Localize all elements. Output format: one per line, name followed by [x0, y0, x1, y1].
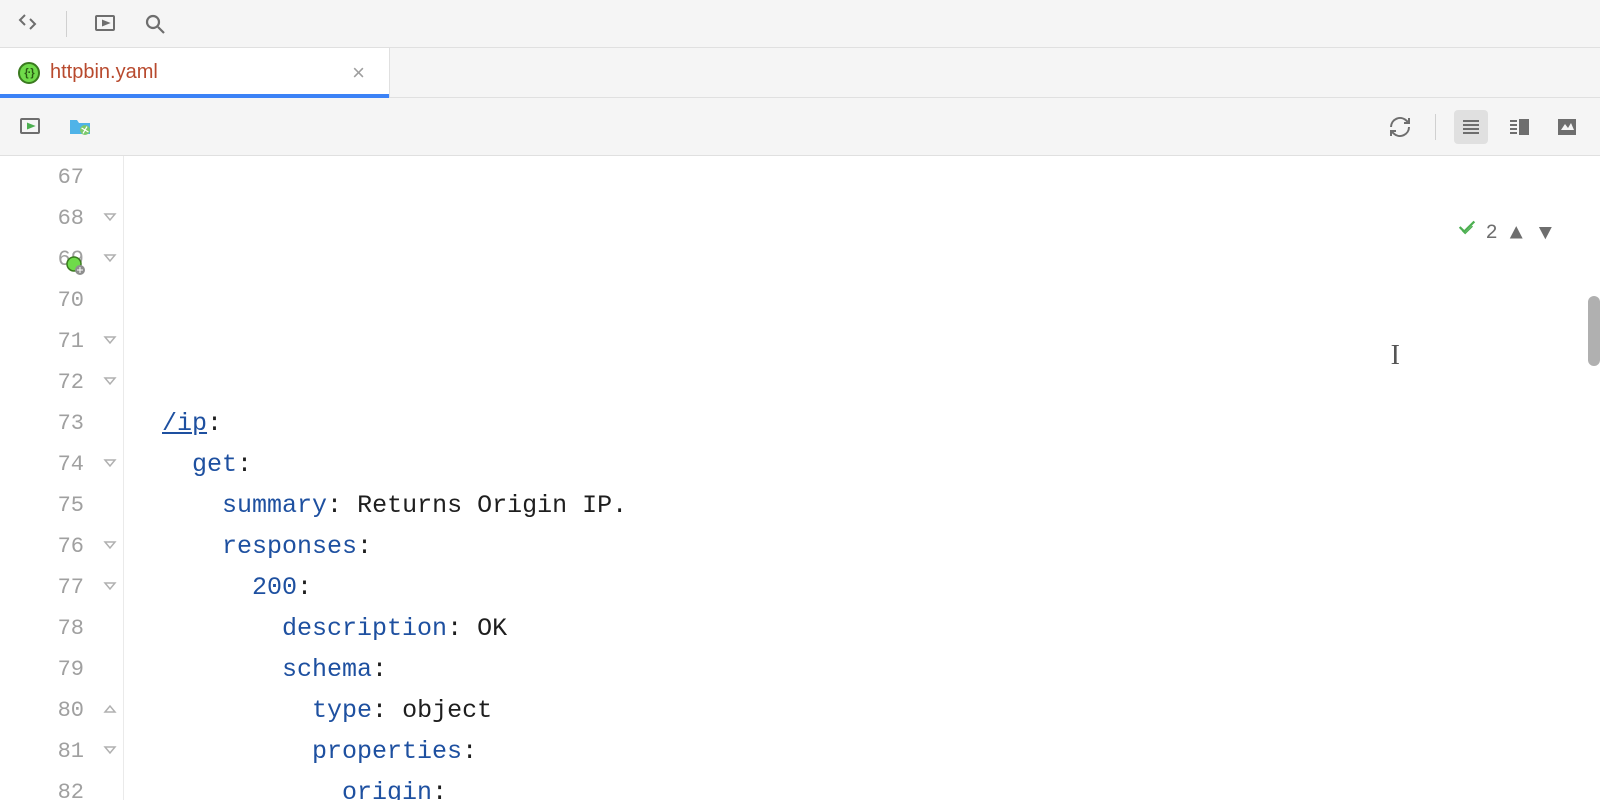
close-icon[interactable]: × — [346, 60, 371, 86]
toolbar-separator — [66, 11, 67, 37]
code-line[interactable]: responses: — [132, 526, 1600, 567]
code-line[interactable] — [132, 362, 1600, 403]
code-line[interactable]: 200: — [132, 567, 1600, 608]
editor-toolbar — [0, 98, 1600, 156]
line-number-gutter: 67686970717273747576777879808182 — [0, 156, 96, 800]
main-toolbar — [0, 0, 1600, 48]
run-endpoint-icon[interactable] — [16, 113, 44, 141]
tab-label: httpbin.yaml — [50, 61, 336, 84]
line-number: 67 — [0, 157, 84, 198]
line-number: 71 — [0, 321, 84, 362]
line-number: 81 — [0, 731, 84, 772]
fold-toggle-icon[interactable] — [102, 373, 118, 389]
endpoint-gutter-icon[interactable] — [66, 250, 86, 270]
build-icon[interactable] — [14, 10, 42, 38]
line-number: 70 — [0, 280, 84, 321]
fold-toggle-icon[interactable] — [102, 250, 118, 266]
search-icon[interactable] — [141, 10, 169, 38]
line-number: 79 — [0, 649, 84, 690]
editor-tab-httpbin[interactable]: httpbin.yaml × — [0, 48, 390, 97]
line-number: 69 — [0, 239, 84, 280]
code-line[interactable]: origin: — [132, 772, 1600, 800]
line-number: 68 — [0, 198, 84, 239]
openapi-file-icon — [18, 62, 40, 84]
code-line[interactable]: description: OK — [132, 608, 1600, 649]
fold-toggle-icon[interactable] — [102, 537, 118, 553]
preview-only-view-icon[interactable] — [1550, 110, 1584, 144]
code-line[interactable]: /ip: — [132, 403, 1600, 444]
fold-toggle-icon[interactable] — [102, 578, 118, 594]
fold-toggle-icon[interactable] — [102, 209, 118, 225]
fold-toggle-icon[interactable] — [102, 332, 118, 348]
fold-toggle-icon[interactable] — [102, 455, 118, 471]
code-content[interactable]: 2 ▲ ▼ I /ip: get: summary: Returns Origi… — [124, 156, 1600, 800]
refresh-icon[interactable] — [1383, 110, 1417, 144]
code-line[interactable]: type: object — [132, 690, 1600, 731]
split-view-icon[interactable] — [1502, 110, 1536, 144]
inspection-count: 2 — [1486, 213, 1498, 254]
prev-problem-icon[interactable]: ▲ — [1506, 213, 1527, 254]
line-number: 80 — [0, 690, 84, 731]
line-number: 75 — [0, 485, 84, 526]
editor-only-view-icon[interactable] — [1454, 110, 1488, 144]
scrollbar-thumb[interactable] — [1588, 296, 1600, 366]
code-line[interactable]: summary: Returns Origin IP. — [132, 485, 1600, 526]
code-line[interactable]: schema: — [132, 649, 1600, 690]
code-line[interactable]: get: — [132, 444, 1600, 485]
toolbar-separator — [1435, 114, 1436, 140]
fold-toggle-icon[interactable] — [102, 742, 118, 758]
fold-column[interactable] — [96, 156, 124, 800]
code-editor[interactable]: 67686970717273747576777879808182 2 ▲ ▼ I… — [0, 156, 1600, 800]
check-icon — [1360, 172, 1478, 295]
line-number: 78 — [0, 608, 84, 649]
next-problem-icon[interactable]: ▼ — [1535, 213, 1556, 254]
line-number: 77 — [0, 567, 84, 608]
line-number: 76 — [0, 526, 84, 567]
folder-icon[interactable] — [66, 113, 94, 141]
line-number: 74 — [0, 444, 84, 485]
line-number: 82 — [0, 772, 84, 800]
editor-tab-bar: httpbin.yaml × — [0, 48, 1600, 98]
fold-toggle-icon[interactable] — [102, 701, 118, 717]
inspection-badge[interactable]: 2 ▲ ▼ — [1360, 172, 1556, 295]
code-line[interactable]: properties: — [132, 731, 1600, 772]
run-config-icon[interactable] — [91, 10, 119, 38]
line-number: 73 — [0, 403, 84, 444]
line-number: 72 — [0, 362, 84, 403]
